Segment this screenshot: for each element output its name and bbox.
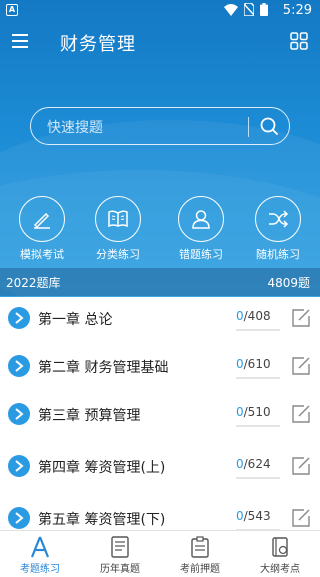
grid-icon[interactable] bbox=[290, 32, 308, 50]
battery-icon bbox=[260, 3, 268, 16]
search-input[interactable]: 快速搜题 bbox=[30, 107, 290, 145]
chapter-progress-count: 0/408 bbox=[236, 309, 271, 323]
chapter-row[interactable]: 第五章 筹资管理(下) 0/543 bbox=[0, 497, 320, 530]
quick-action-label: 模拟考试 bbox=[20, 248, 64, 261]
no-sim-icon bbox=[244, 3, 254, 16]
progress-bar bbox=[236, 477, 280, 479]
quick-action-random[interactable]: 随机练习 bbox=[248, 196, 308, 262]
pen-icon bbox=[33, 212, 50, 229]
document-icon bbox=[111, 536, 129, 558]
bottom-tab-bar: 考题练习 历年真题 考前押题 大纲考点 bbox=[0, 530, 320, 577]
edit-icon[interactable] bbox=[290, 355, 312, 377]
chevron-right-icon bbox=[8, 307, 30, 329]
syllabus-icon bbox=[272, 537, 288, 557]
mock-exam-button[interactable] bbox=[19, 196, 65, 242]
done-count: 0 bbox=[236, 457, 244, 471]
book-icon bbox=[108, 210, 128, 228]
edit-icon[interactable] bbox=[290, 307, 312, 329]
shuffle-icon bbox=[269, 210, 289, 228]
tab-label: 大纲考点 bbox=[260, 564, 300, 575]
chapter-row[interactable]: 第二章 财务管理基础 0/610 bbox=[0, 345, 320, 397]
total-count: /408 bbox=[243, 309, 271, 323]
tab-label: 考前押题 bbox=[180, 564, 220, 575]
done-count: 0 bbox=[236, 509, 244, 523]
category-practice-button[interactable] bbox=[95, 196, 141, 242]
status-icons bbox=[224, 3, 268, 16]
search-icon[interactable] bbox=[259, 116, 279, 136]
person-icon bbox=[192, 210, 210, 229]
tab-syllabus[interactable]: 大纲考点 bbox=[240, 535, 320, 575]
chapter-row[interactable]: 第三章 预算管理 0/510 bbox=[0, 393, 320, 445]
chevron-right-icon bbox=[8, 403, 30, 425]
chapter-progress-count: 0/610 bbox=[236, 357, 271, 371]
total-count: /510 bbox=[243, 405, 271, 419]
progress-bar bbox=[236, 377, 280, 379]
quick-action-label: 错题练习 bbox=[179, 248, 223, 261]
tab-mock-questions[interactable]: 考前押题 bbox=[160, 535, 240, 575]
random-practice-button[interactable] bbox=[255, 196, 301, 242]
chapter-list: 第一章 总论 0/408 第二章 财务管理基础 0/610 第三章 预算管理 0… bbox=[0, 297, 320, 530]
quick-action-category[interactable]: 分类练习 bbox=[88, 196, 148, 262]
chapter-progress-count: 0/624 bbox=[236, 457, 271, 471]
chapter-title: 第三章 预算管理 bbox=[38, 408, 141, 424]
progress-bar bbox=[236, 425, 280, 427]
chevron-right-icon bbox=[8, 507, 30, 529]
bank-name[interactable]: 2022题库 bbox=[6, 274, 61, 291]
app-badge-icon: A bbox=[6, 4, 18, 16]
app-bar: 财务管理 bbox=[0, 20, 320, 64]
wifi-icon bbox=[224, 3, 238, 16]
question-bank-bar: 2022题库 4809题 bbox=[0, 268, 320, 296]
progress-bar bbox=[236, 329, 280, 331]
pencil-ruler-icon bbox=[30, 536, 50, 558]
menu-icon[interactable] bbox=[12, 34, 28, 48]
clipboard-icon bbox=[191, 536, 209, 558]
chapter-row[interactable]: 第一章 总论 0/408 bbox=[0, 297, 320, 349]
quick-action-label: 分类练习 bbox=[96, 248, 140, 261]
quick-action-wrong[interactable]: 错题练习 bbox=[171, 196, 231, 262]
chapter-title: 第四章 筹资管理(上) bbox=[38, 460, 166, 476]
total-count: /624 bbox=[243, 457, 271, 471]
wrong-practice-button[interactable] bbox=[178, 196, 224, 242]
header-banner: A 5:29 财务管理 快速搜题 模拟考试 分类练习 错题练习 随机练习 202… bbox=[0, 0, 320, 297]
page-title: 财务管理 bbox=[60, 34, 136, 55]
total-count: /543 bbox=[243, 509, 271, 523]
done-count: 0 bbox=[236, 357, 244, 371]
chapter-progress-count: 0/510 bbox=[236, 405, 271, 419]
status-bar: A 5:29 bbox=[0, 0, 320, 20]
chapter-title: 第五章 筹资管理(下) bbox=[38, 512, 166, 528]
quick-action-label: 随机练习 bbox=[256, 248, 300, 261]
tab-label: 历年真题 bbox=[100, 564, 140, 575]
done-count: 0 bbox=[236, 309, 244, 323]
chapter-row[interactable]: 第四章 筹资管理(上) 0/624 bbox=[0, 445, 320, 497]
edit-icon[interactable] bbox=[290, 403, 312, 425]
chapter-title: 第二章 财务管理基础 bbox=[38, 360, 169, 376]
tab-label: 考题练习 bbox=[20, 564, 60, 575]
clock: 5:29 bbox=[282, 3, 312, 18]
tab-practice[interactable]: 考题练习 bbox=[0, 535, 80, 575]
search-placeholder: 快速搜题 bbox=[47, 120, 103, 136]
chevron-right-icon bbox=[8, 455, 30, 477]
edit-icon[interactable] bbox=[290, 507, 312, 529]
chevron-right-icon bbox=[8, 355, 30, 377]
tab-past-exams[interactable]: 历年真题 bbox=[80, 535, 160, 575]
search-divider bbox=[248, 117, 249, 137]
chapter-title: 第一章 总论 bbox=[38, 312, 113, 328]
quick-action-mock-exam[interactable]: 模拟考试 bbox=[12, 196, 72, 262]
done-count: 0 bbox=[236, 405, 244, 419]
edit-icon[interactable] bbox=[290, 455, 312, 477]
quick-actions: 模拟考试 分类练习 错题练习 随机练习 bbox=[0, 196, 320, 266]
chapter-progress-count: 0/543 bbox=[236, 509, 271, 523]
total-count: /610 bbox=[243, 357, 271, 371]
bank-total: 4809题 bbox=[267, 276, 310, 290]
